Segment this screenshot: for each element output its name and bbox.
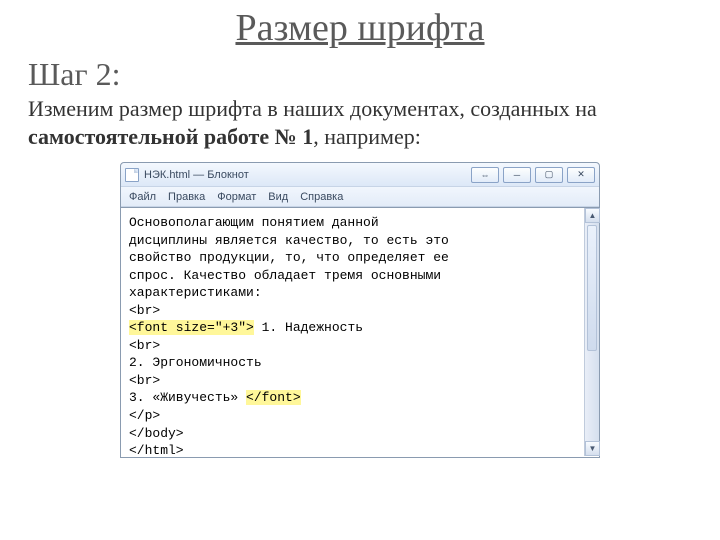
menu-bar: Файл Правка Формат Вид Справка	[121, 187, 599, 207]
scroll-up-button[interactable]: ▲	[585, 208, 600, 223]
window-title: НЭК.html — Блокнот	[144, 169, 471, 181]
slide-title: Размер шрифта	[0, 0, 720, 52]
window-ext-button[interactable]: ⇔	[471, 167, 499, 183]
scroll-down-button[interactable]: ▼	[585, 441, 600, 456]
code-text: 1. Надежность	[254, 320, 363, 335]
close-button[interactable]: ✕	[567, 167, 595, 183]
menu-view[interactable]: Вид	[268, 191, 288, 203]
maximize-button[interactable]: ▢	[535, 167, 563, 183]
minimize-button[interactable]: ─	[503, 167, 531, 183]
vertical-scrollbar[interactable]: ▲ ▼	[584, 208, 599, 456]
highlight-font-open: <font size="+3">	[129, 320, 254, 335]
code-line: Основополагающим понятием данной	[129, 214, 591, 232]
code-line: </html>	[129, 442, 591, 458]
code-line: <br>	[129, 302, 591, 320]
scroll-thumb[interactable]	[587, 225, 597, 351]
code-text: 3. «Живучесть»	[129, 390, 246, 405]
code-line: свойство продукции, то, что определяет е…	[129, 249, 591, 267]
code-line: <br>	[129, 337, 591, 355]
body-bold: самостоятельной работе № 1	[28, 124, 313, 149]
body-post: , например:	[313, 124, 421, 149]
code-line: </p>	[129, 407, 591, 425]
notepad-window: НЭК.html — Блокнот ⇔ ─ ▢ ✕ Файл Правка Ф…	[120, 162, 600, 458]
menu-edit[interactable]: Правка	[168, 191, 205, 203]
body-text: Изменим размер шрифта в наших документах…	[0, 95, 720, 156]
code-line: спрос. Качество обладает тремя основными	[129, 267, 591, 285]
code-line: 3. «Живучесть» </font>	[129, 389, 591, 407]
code-line: <br>	[129, 372, 591, 390]
menu-file[interactable]: Файл	[129, 191, 156, 203]
code-line: 2. Эргономичность	[129, 354, 591, 372]
highlight-font-close: </font>	[246, 390, 301, 405]
step-label: Шаг 2:	[0, 52, 720, 95]
code-line: <font size="+3"> 1. Надежность	[129, 319, 591, 337]
menu-help[interactable]: Справка	[300, 191, 343, 203]
code-line: </body>	[129, 425, 591, 443]
menu-format[interactable]: Формат	[217, 191, 256, 203]
code-line: характеристиками:	[129, 284, 591, 302]
code-line: дисциплины является качество, то есть эт…	[129, 232, 591, 250]
body-pre: Изменим размер шрифта в наших документах…	[28, 96, 597, 121]
window-titlebar[interactable]: НЭК.html — Блокнот ⇔ ─ ▢ ✕	[121, 163, 599, 187]
code-editor[interactable]: Основополагающим понятием данной дисципл…	[120, 208, 600, 458]
document-icon	[125, 168, 139, 182]
